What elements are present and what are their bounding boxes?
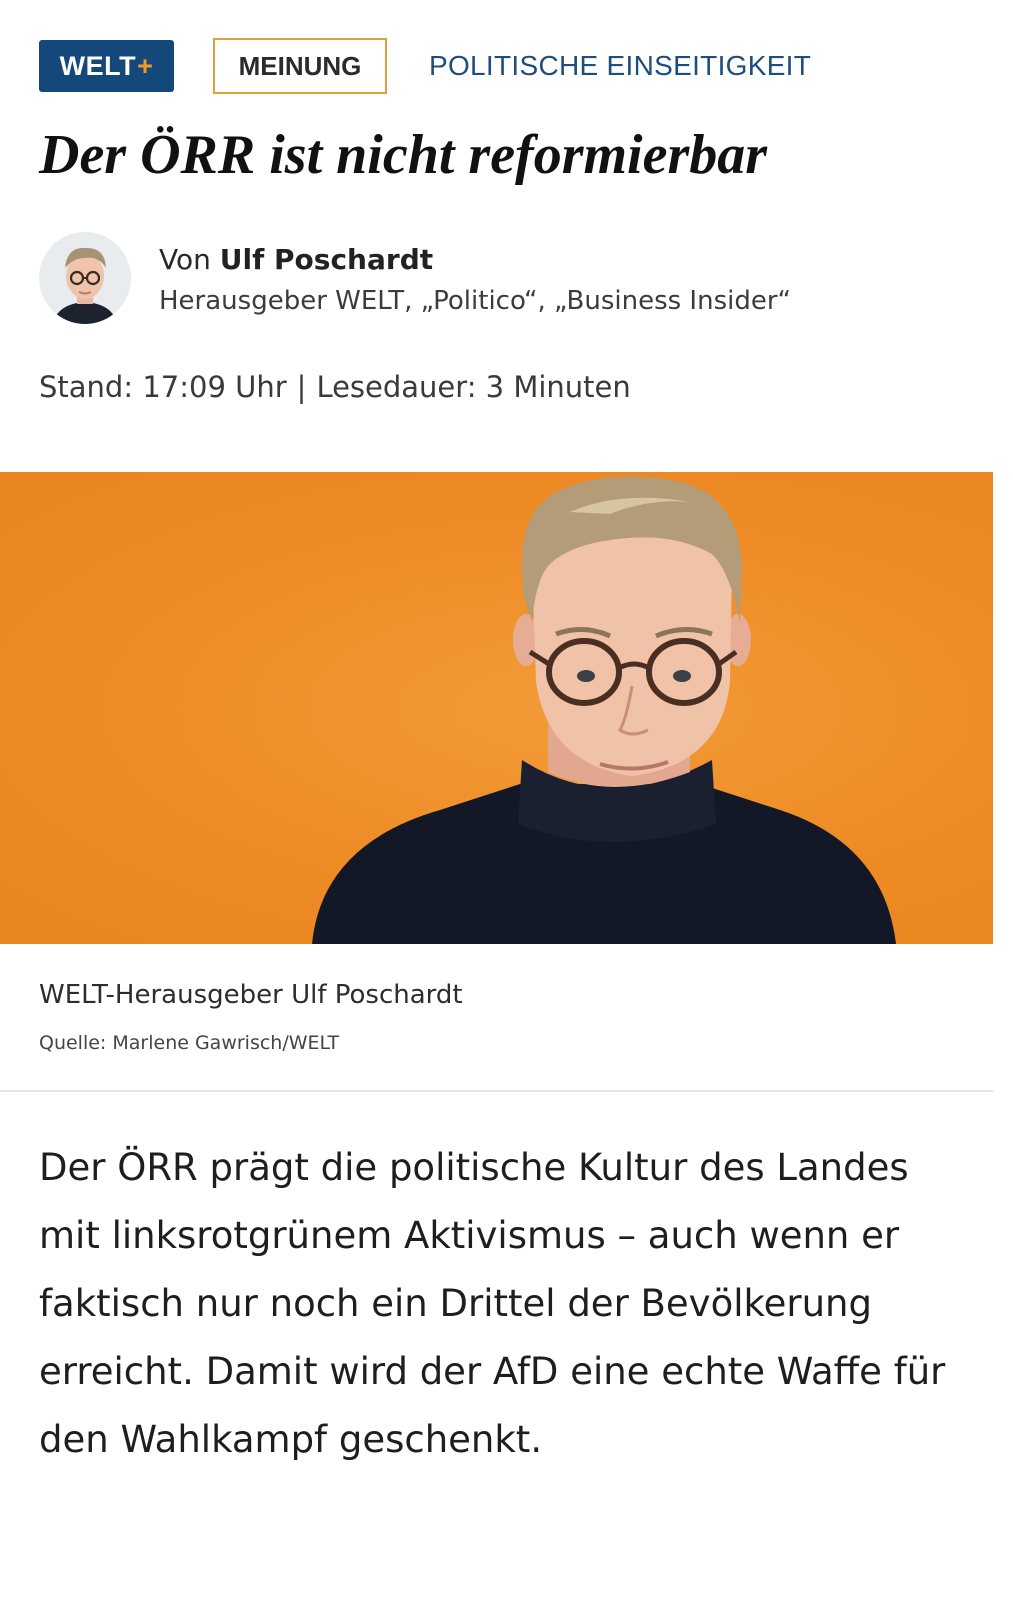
divider — [0, 1090, 993, 1092]
reading-time: Lesedauer: 3 Minuten — [316, 370, 630, 404]
author-avatar-photo — [39, 232, 131, 324]
image-caption: WELT-Herausgeber Ulf Poschardt — [39, 980, 463, 1010]
article-lead: Der ÖRR prägt die politische Kultur des … — [39, 1134, 969, 1474]
article-meta: Stand: 17:09 Uhr | Lesedauer: 3 Minuten — [39, 370, 631, 404]
meta-separator: | — [297, 370, 307, 404]
section-badge-meinung[interactable]: MEINUNG — [213, 38, 387, 94]
image-credit: Quelle: Marlene Gawrisch/WELT — [39, 1032, 339, 1054]
portrait-photo — [0, 472, 993, 944]
welt-plus-logo[interactable]: WELT+ — [39, 40, 174, 92]
tag-row: WELT+ MEINUNG POLITISCHE EINSEITIGKEIT — [39, 39, 811, 93]
author-block: Von Ulf Poschardt Herausgeber WELT, „Pol… — [39, 232, 791, 324]
timestamp: Stand: 17:09 Uhr — [39, 370, 287, 404]
byline-prefix: Von — [159, 243, 211, 276]
hero-image[interactable] — [0, 472, 993, 944]
article-headline: Der ÖRR ist nicht reformierbar — [39, 118, 989, 192]
topic-kicker[interactable]: POLITISCHE EINSEITIGKEIT — [429, 50, 811, 82]
brand-text: WELT — [60, 51, 136, 82]
brand-plus: + — [137, 51, 153, 82]
author-name-link[interactable]: Ulf Poschardt — [220, 243, 433, 276]
author-avatar[interactable] — [39, 232, 131, 324]
byline: Von Ulf Poschardt — [159, 240, 791, 280]
author-role: Herausgeber WELT, „Politico“, „Business … — [159, 280, 791, 322]
